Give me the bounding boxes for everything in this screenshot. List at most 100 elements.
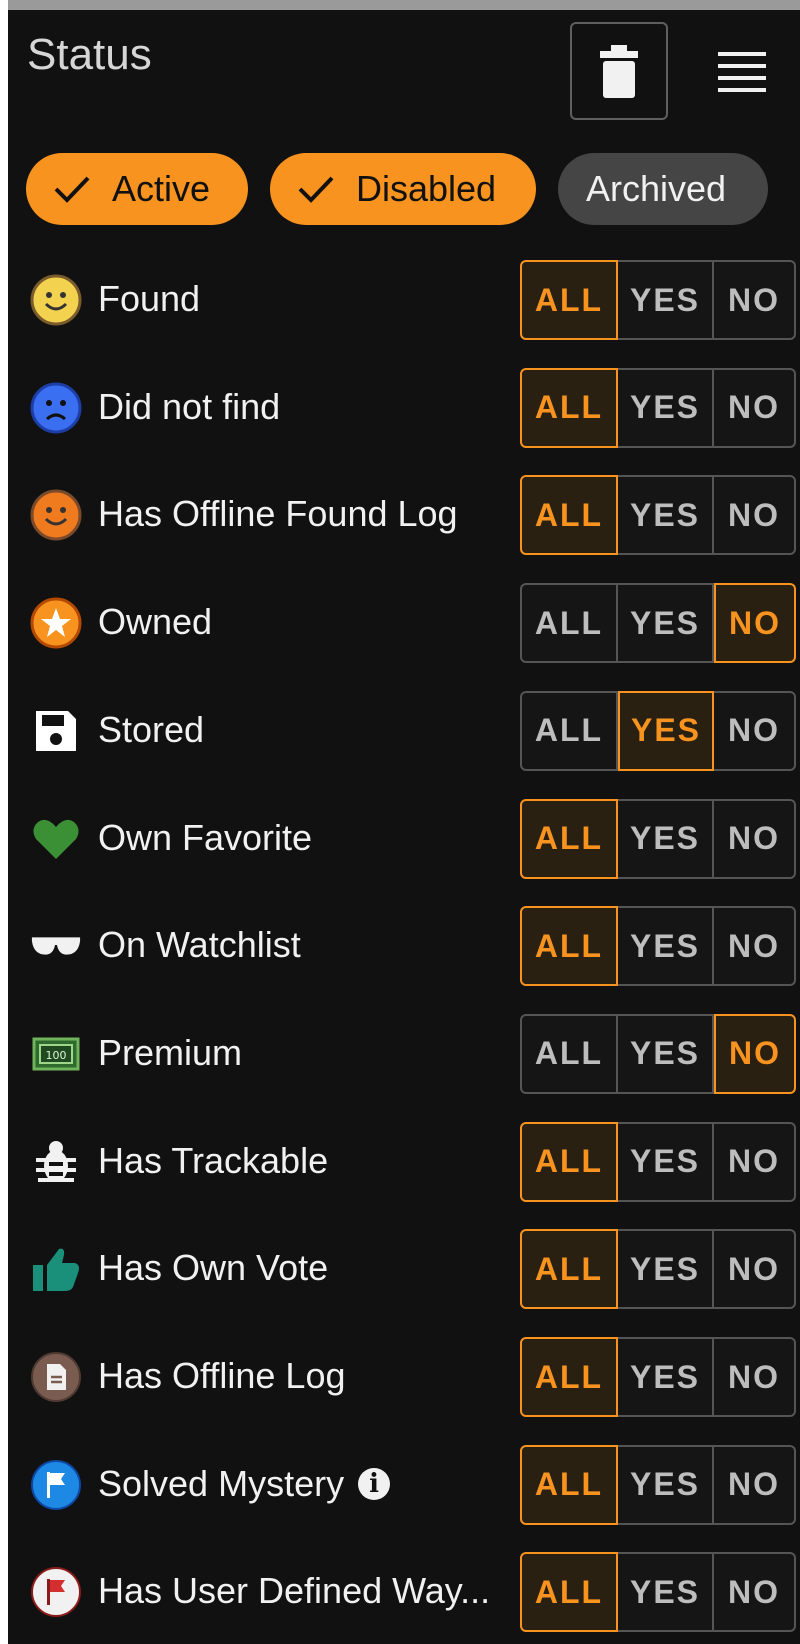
toggle-no[interactable]: NO bbox=[714, 906, 796, 987]
checkmark-icon bbox=[54, 176, 90, 203]
tri-state-toggle: ALL YES NO bbox=[520, 1337, 796, 1417]
filter-row-has-offline-found-log: Has Offline Found Log ALL YES NO bbox=[0, 475, 800, 556]
filter-label: Solved Mystery i bbox=[98, 1463, 391, 1505]
tri-state-toggle: ALL YES NO bbox=[520, 1121, 796, 1202]
sort-menu-button[interactable] bbox=[718, 52, 766, 92]
tri-state-toggle: ALL YES NO bbox=[520, 906, 796, 987]
toggle-no[interactable]: NO bbox=[714, 583, 796, 664]
status-filter-panel: Status Active Disabled Archived Found AL bbox=[0, 0, 800, 1644]
toggle-yes[interactable]: YES bbox=[618, 1229, 714, 1310]
filter-label: Has User Defined Way... bbox=[98, 1570, 491, 1612]
toggle-yes[interactable]: YES bbox=[618, 798, 714, 879]
tri-state-toggle: ALL YES NO bbox=[520, 690, 796, 771]
filter-label: Has Trackable bbox=[98, 1139, 329, 1181]
banknote-icon: 100 bbox=[30, 1028, 82, 1080]
smile-orange-icon bbox=[30, 489, 82, 541]
tri-state-toggle: ALL YES NO bbox=[520, 367, 796, 448]
filter-label: Own Favorite bbox=[98, 816, 313, 858]
filter-label: Premium bbox=[98, 1031, 243, 1073]
toggle-no[interactable]: NO bbox=[714, 475, 796, 556]
toggle-all[interactable]: ALL bbox=[520, 583, 618, 664]
tri-state-toggle: ALL YES NO bbox=[520, 1444, 796, 1525]
tri-state-toggle: ALL YES NO bbox=[520, 798, 796, 879]
trash-icon bbox=[600, 45, 638, 98]
toggle-all[interactable]: ALL bbox=[520, 367, 618, 448]
toggle-yes[interactable]: YES bbox=[618, 1121, 714, 1202]
toggle-no[interactable]: NO bbox=[714, 1013, 796, 1094]
toggle-all[interactable]: ALL bbox=[520, 906, 618, 987]
thumbs-up-icon bbox=[30, 1243, 82, 1295]
toggle-all[interactable]: ALL bbox=[520, 798, 618, 879]
tri-state-toggle: ALL YES NO bbox=[520, 583, 796, 664]
toggle-all[interactable]: ALL bbox=[520, 1013, 618, 1094]
toggle-yes[interactable]: YES bbox=[618, 906, 714, 987]
toggle-yes[interactable]: YES bbox=[618, 260, 714, 340]
tri-state-toggle: ALL YES NO bbox=[520, 1013, 796, 1094]
filter-row-has-own-vote: Has Own Vote ALL YES NO bbox=[0, 1229, 800, 1310]
chip-archived[interactable]: Archived bbox=[558, 153, 768, 225]
filter-row-has-user-defined-way: Has User Defined Way... ALL YES NO bbox=[0, 1552, 800, 1633]
floppy-icon bbox=[30, 705, 82, 757]
top-edge bbox=[0, 0, 800, 10]
smile-icon bbox=[30, 274, 82, 326]
star-icon bbox=[30, 597, 82, 649]
checkmark-icon bbox=[298, 176, 334, 203]
toggle-yes[interactable]: YES bbox=[618, 475, 714, 556]
filter-label: Owned bbox=[98, 601, 213, 643]
toggle-yes[interactable]: YES bbox=[618, 690, 714, 771]
filter-row-solved-mystery: Solved Mystery i ALL YES NO bbox=[0, 1444, 800, 1525]
toggle-all[interactable]: ALL bbox=[520, 1337, 618, 1417]
toggle-yes[interactable]: YES bbox=[618, 367, 714, 448]
document-icon bbox=[30, 1351, 82, 1403]
toggle-all[interactable]: ALL bbox=[520, 1552, 618, 1633]
toggle-no[interactable]: NO bbox=[714, 690, 796, 771]
menu-icon bbox=[718, 52, 766, 56]
filter-row-own-favorite: Own Favorite ALL YES NO bbox=[0, 798, 800, 879]
tri-state-toggle: ALL YES NO bbox=[520, 475, 796, 556]
filter-label: Has Offline Found Log bbox=[98, 493, 458, 535]
toggle-no[interactable]: NO bbox=[714, 798, 796, 879]
filter-label: Has Offline Log bbox=[98, 1355, 346, 1396]
toggle-all[interactable]: ALL bbox=[520, 1121, 618, 1202]
toggle-no[interactable]: NO bbox=[714, 1444, 796, 1525]
glasses-icon bbox=[30, 920, 82, 972]
filter-row-found: Found ALL YES NO bbox=[0, 260, 800, 340]
toggle-yes[interactable]: YES bbox=[618, 1552, 714, 1633]
toggle-no[interactable]: NO bbox=[714, 1552, 796, 1633]
toggle-no[interactable]: NO bbox=[714, 1229, 796, 1310]
filter-label: Found bbox=[98, 278, 201, 319]
toggle-no[interactable]: NO bbox=[714, 367, 796, 448]
toggle-all[interactable]: ALL bbox=[520, 690, 618, 771]
toggle-yes[interactable]: YES bbox=[618, 1444, 714, 1525]
page-title: Status bbox=[27, 30, 152, 79]
tri-state-toggle: ALL YES NO bbox=[520, 1552, 796, 1633]
toggle-all[interactable]: ALL bbox=[520, 260, 618, 340]
chip-label: Active bbox=[112, 168, 211, 209]
toggle-no[interactable]: NO bbox=[714, 1337, 796, 1417]
chip-disabled[interactable]: Disabled bbox=[270, 153, 536, 225]
heart-icon bbox=[30, 813, 82, 865]
toggle-all[interactable]: ALL bbox=[520, 1444, 618, 1525]
toggle-no[interactable]: NO bbox=[714, 1121, 796, 1202]
toggle-no[interactable]: NO bbox=[714, 260, 796, 340]
info-icon[interactable]: i bbox=[358, 1467, 391, 1500]
filter-row-on-watchlist: On Watchlist ALL YES NO bbox=[0, 906, 800, 987]
toggle-yes[interactable]: YES bbox=[618, 1337, 714, 1417]
sad-icon bbox=[30, 382, 82, 434]
chip-active[interactable]: Active bbox=[26, 153, 248, 225]
chip-label: Disabled bbox=[356, 168, 497, 209]
filter-row-has-offline-log: Has Offline Log ALL YES NO bbox=[0, 1337, 800, 1417]
filter-label: Has Own Vote bbox=[98, 1247, 329, 1289]
flag-blue-icon bbox=[30, 1459, 82, 1511]
toggle-yes[interactable]: YES bbox=[618, 1013, 714, 1094]
clear-filters-button[interactable] bbox=[570, 22, 668, 120]
bug-icon bbox=[30, 1136, 82, 1188]
toggle-all[interactable]: ALL bbox=[520, 475, 618, 556]
filter-row-did-not-find: Did not find ALL YES NO bbox=[0, 367, 800, 448]
filter-row-stored: Stored ALL YES NO bbox=[0, 690, 800, 771]
filter-label: Did not find bbox=[98, 385, 281, 427]
toggle-all[interactable]: ALL bbox=[520, 1229, 618, 1310]
toggle-yes[interactable]: YES bbox=[618, 583, 714, 664]
svg-text:100: 100 bbox=[46, 1049, 67, 1062]
filter-label: On Watchlist bbox=[98, 924, 301, 966]
